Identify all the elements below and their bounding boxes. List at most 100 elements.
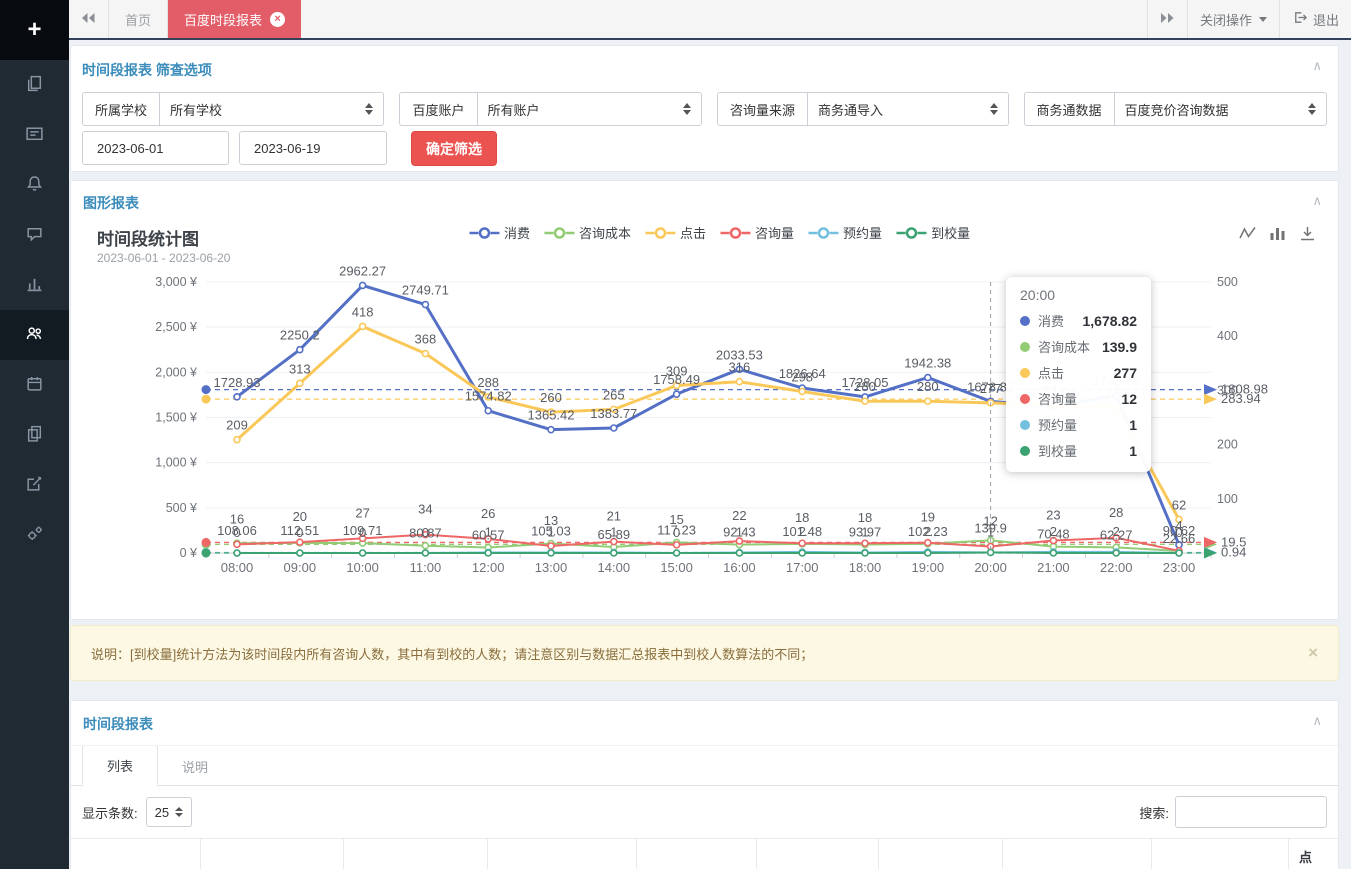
sidebar-item-settings[interactable] bbox=[0, 510, 69, 560]
svg-text:19: 19 bbox=[921, 510, 935, 525]
tab-baidu-time-report[interactable]: 百度时段报表 × bbox=[168, 0, 301, 38]
legend-item[interactable]: 到校量 bbox=[896, 223, 970, 242]
legend-item[interactable]: 咨询成本 bbox=[544, 223, 631, 242]
svg-text:283.94: 283.94 bbox=[1221, 391, 1261, 406]
sidebar-item-files[interactable] bbox=[0, 410, 69, 460]
plus-icon[interactable]: + bbox=[0, 0, 69, 60]
svg-text:1: 1 bbox=[485, 524, 492, 539]
column-header-3[interactable]: 展现合计 bbox=[343, 839, 486, 869]
svg-text:16:00: 16:00 bbox=[723, 560, 756, 575]
close-tab-icon[interactable]: × bbox=[270, 12, 285, 27]
legend-marker-icon bbox=[645, 226, 675, 240]
line-chart-icon[interactable] bbox=[1239, 225, 1256, 245]
svg-text:21:00: 21:00 bbox=[1037, 560, 1070, 575]
svg-text:2,000 ¥: 2,000 ¥ bbox=[155, 365, 197, 379]
column-header-5[interactable]: 咨询量 bbox=[636, 839, 756, 869]
tab-description[interactable]: 说明 bbox=[158, 747, 232, 786]
svg-text:277: 277 bbox=[980, 381, 1002, 396]
baidu-account-select[interactable]: 所有账户 bbox=[477, 92, 702, 126]
search-input[interactable] bbox=[1175, 796, 1327, 828]
svg-text:2: 2 bbox=[924, 524, 931, 539]
svg-text:1: 1 bbox=[610, 524, 617, 539]
inquiry-source-select[interactable]: 商务通导入 bbox=[807, 92, 1009, 126]
end-date-input[interactable]: 2023-06-19 bbox=[239, 131, 387, 165]
svg-text:19:00: 19:00 bbox=[912, 560, 945, 575]
sidebar-item-edit[interactable] bbox=[0, 460, 69, 510]
calendar-icon bbox=[25, 374, 44, 396]
bar-chart-icon[interactable] bbox=[1269, 225, 1286, 245]
chevron-up-icon[interactable]: ∧ bbox=[1312, 713, 1322, 729]
svg-text:100: 100 bbox=[1217, 492, 1238, 506]
legend-item[interactable]: 消费 bbox=[469, 223, 530, 242]
confirm-filter-button[interactable]: 确定筛选 bbox=[411, 131, 497, 166]
svg-text:21: 21 bbox=[607, 509, 621, 524]
download-icon[interactable] bbox=[1299, 225, 1316, 245]
svg-text:17:00: 17:00 bbox=[786, 560, 819, 575]
svg-text:280: 280 bbox=[917, 379, 939, 394]
tab-description-label: 说明 bbox=[182, 760, 208, 775]
svg-text:28: 28 bbox=[1109, 505, 1123, 520]
tab-bar: 首页 百度时段报表 × 关闭操作 退出 bbox=[69, 0, 1351, 40]
sidebar-item-calendar[interactable] bbox=[0, 360, 69, 410]
chart-title: 时间段统计图 bbox=[97, 225, 199, 250]
sidebar-item-reports[interactable] bbox=[0, 260, 69, 310]
svg-text:0 ¥: 0 ¥ bbox=[180, 546, 197, 560]
start-date-input[interactable]: 2023-06-01 bbox=[82, 131, 229, 165]
svg-text:1365.42: 1365.42 bbox=[528, 408, 575, 423]
column-header-10[interactable]: 点击率 bbox=[1288, 839, 1338, 869]
svg-text:13:00: 13:00 bbox=[535, 560, 568, 575]
svg-text:22: 22 bbox=[732, 508, 746, 523]
svg-text:313: 313 bbox=[289, 361, 311, 376]
end-date-value: 2023-06-19 bbox=[254, 141, 321, 156]
scroll-tabs-left-button[interactable] bbox=[69, 0, 109, 38]
svg-text:3,000 ¥: 3,000 ¥ bbox=[155, 275, 197, 289]
svg-text:62: 62 bbox=[1172, 497, 1186, 512]
column-header-4[interactable]: 点击合计 bbox=[487, 839, 636, 869]
start-date-value: 2023-06-01 bbox=[97, 141, 164, 156]
table-header-row: 时间段消费合计展现合计点击合计咨询量预约量到校量咨询成本咨询率点击率 bbox=[71, 838, 1338, 869]
svg-text:418: 418 bbox=[352, 304, 374, 319]
scroll-tabs-right-button[interactable] bbox=[1147, 0, 1187, 38]
legend-item[interactable]: 咨询量 bbox=[720, 223, 794, 242]
double-chevron-left-icon bbox=[81, 12, 96, 27]
column-header-2[interactable]: 消费合计 bbox=[200, 839, 343, 869]
page-size-select[interactable]: 25 bbox=[146, 797, 192, 827]
svg-text:273: 273 bbox=[1043, 383, 1065, 398]
logout-icon bbox=[1292, 10, 1307, 28]
svg-text:34: 34 bbox=[418, 502, 432, 517]
legend-item[interactable]: 点击 bbox=[645, 223, 706, 242]
close-note-icon[interactable]: × bbox=[1308, 643, 1318, 663]
chevron-up-icon[interactable]: ∧ bbox=[1312, 193, 1322, 209]
column-header-9[interactable]: 咨询率 bbox=[1151, 839, 1288, 869]
select-caret-icon bbox=[365, 103, 373, 115]
school-select[interactable]: 所有学校 bbox=[159, 92, 384, 126]
swt-data-select-value: 百度竞价咨询数据 bbox=[1125, 100, 1296, 119]
close-operations-dropdown[interactable]: 关闭操作 bbox=[1187, 0, 1279, 38]
column-header-7[interactable]: 到校量 bbox=[878, 839, 1002, 869]
logout-button[interactable]: 退出 bbox=[1279, 0, 1351, 38]
legend-item[interactable]: 预约量 bbox=[808, 223, 882, 242]
column-header-8[interactable]: 咨询成本 bbox=[1002, 839, 1151, 869]
sidebar-item-messages[interactable] bbox=[0, 210, 69, 260]
legend-marker-icon bbox=[720, 226, 750, 240]
column-header-1[interactable]: 时间段 bbox=[71, 839, 200, 869]
column-header-6[interactable]: 预约量 bbox=[756, 839, 878, 869]
column-label: 点击率 bbox=[1299, 847, 1312, 869]
svg-text:11:00: 11:00 bbox=[410, 560, 442, 575]
page-size-label: 显示条数: bbox=[82, 803, 138, 822]
chevron-up-icon[interactable]: ∧ bbox=[1312, 58, 1322, 74]
sidebar-item-copy[interactable] bbox=[0, 60, 69, 110]
svg-text:18:00: 18:00 bbox=[849, 560, 882, 575]
tab-home[interactable]: 首页 bbox=[109, 0, 168, 38]
chevron-down-icon bbox=[1259, 17, 1267, 22]
swt-data-select[interactable]: 百度竞价咨询数据 bbox=[1114, 92, 1327, 126]
tab-list[interactable]: 列表 bbox=[82, 745, 158, 786]
sidebar-item-users[interactable] bbox=[0, 310, 69, 360]
svg-text:0: 0 bbox=[1175, 525, 1182, 540]
sidebar-item-news[interactable] bbox=[0, 110, 69, 160]
sidebar-item-notifications[interactable] bbox=[0, 160, 69, 210]
svg-text:200: 200 bbox=[1217, 438, 1238, 452]
filter-panel-title: 时间段报表 筛查选项 bbox=[82, 60, 1327, 80]
svg-text:2: 2 bbox=[799, 524, 806, 539]
svg-text:2: 2 bbox=[1050, 524, 1057, 539]
